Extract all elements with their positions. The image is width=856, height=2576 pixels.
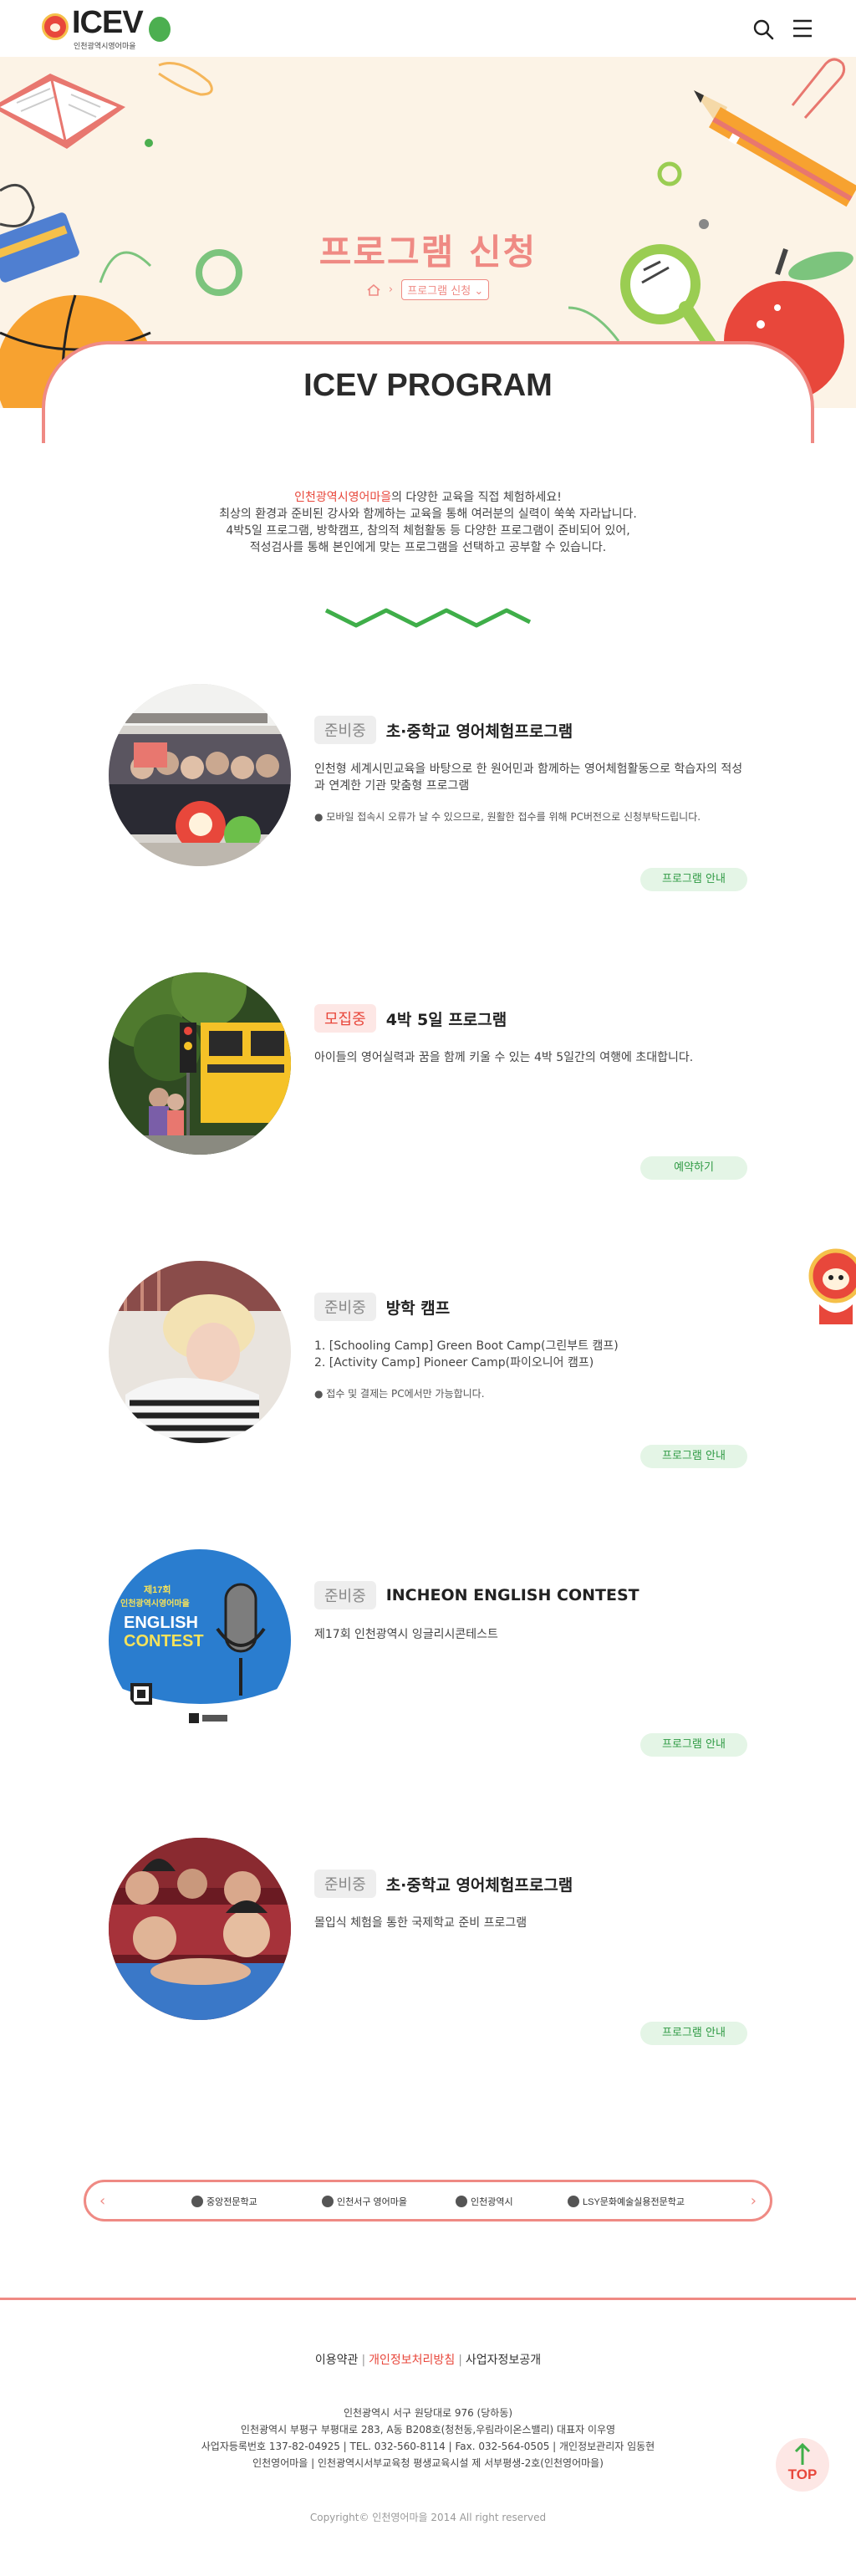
status-badge: 준비중 [314, 1870, 376, 1898]
program-item: 제17회 인천광역시영어마을 ENGLISH CONTEST 준비중 INCHEO… [109, 1549, 747, 1757]
partner-carousel: ‹ 중앙전문학교 인천서구 영어마을 인천광역시 LSY문화예술실용전문학교 › [84, 2180, 772, 2221]
program-item: 준비중 초·중학교 영어체험프로그램 인천형 세계시민교육을 바탕으로 한 원어민… [109, 684, 747, 891]
ring-small-icon [657, 161, 682, 186]
poster-line-1: 제17회 [144, 1584, 171, 1595]
program-item: 준비중 초·중학교 영어체험프로그램 몰입식 체험을 통한 국제학교 준비 프로그… [109, 1838, 747, 2045]
partner-logo[interactable]: 중앙전문학교 [191, 2194, 257, 2209]
program-title: 초·중학교 영어체험프로그램 [385, 722, 573, 741]
program-photo [109, 1261, 291, 1443]
mascot-icon [42, 13, 69, 40]
leaf-icon [149, 17, 171, 42]
program-photo [109, 1838, 291, 2020]
breadcrumb-separator: › [388, 283, 394, 296]
scroll-top-button[interactable]: TOP [776, 2438, 829, 2492]
search-icon[interactable] [752, 18, 774, 40]
program-info-button[interactable]: 프로그램 안내 [640, 1733, 747, 1757]
chevron-down-icon: ⌄ [474, 285, 484, 298]
program-item: 준비중 방학 캠프 1. [Schooling Camp] Green Boot … [109, 1261, 747, 1468]
home-icon[interactable] [367, 283, 380, 296]
program-title: 4박 5일 프로그램 [385, 1010, 507, 1029]
carousel-prev-button[interactable]: ‹ [99, 2192, 105, 2210]
intro-highlight: 인천광역시영어마을 [294, 491, 392, 504]
pencil-icon [694, 90, 856, 207]
poster-line-2: 인천광역시영어마을 [120, 1598, 190, 1609]
program-note: ● 모바일 접속시 오류가 날 수 있으므로, 원활한 접수를 위해 PC버전으… [314, 811, 701, 823]
partner-mark-icon [191, 2196, 203, 2207]
carousel-next-button[interactable]: › [751, 2192, 757, 2210]
partner-logo[interactable]: 인천광역시 [456, 2194, 513, 2209]
terms-link[interactable]: 이용약관 [315, 2354, 359, 2367]
partner-logo[interactable]: 인천서구 영어마을 [322, 2194, 407, 2209]
partner-mark-icon [322, 2196, 334, 2207]
business-info-link[interactable]: 사업자정보공개 [466, 2354, 541, 2367]
program-photo: 제17회 인천광역시영어마을 ENGLISH CONTEST [109, 1549, 291, 1732]
partner-logo[interactable]: LSY문화예술실용전문학교 [568, 2194, 685, 2209]
site-logo[interactable]: ICEV 인천광역시영어마을 [42, 5, 176, 52]
hamburger-menu-icon[interactable] [791, 17, 814, 40]
breadcrumb-dropdown[interactable]: 프로그램 신청 ⌄ [401, 279, 490, 300]
mascot-floating-icon[interactable] [802, 1246, 856, 1329]
zigzag-divider-icon [324, 608, 532, 628]
breadcrumb: › 프로그램 신청 ⌄ [0, 279, 856, 300]
status-badge: 준비중 [314, 716, 376, 744]
partner-mark-icon [568, 2196, 579, 2207]
breadcrumb-current: 프로그램 신청 [407, 285, 471, 298]
logo-subtitle: 인천광역시영어마을 [74, 42, 136, 50]
page-title: 프로그램 신청 [318, 232, 538, 273]
copyright: Copyright© 인천영어마을 2014 All right reserve… [309, 2512, 547, 2523]
book-icon [0, 74, 125, 149]
program-title: INCHEON ENGLISH CONTEST [385, 1586, 639, 1604]
program-description: 아이들의 영어실력과 꿈을 함께 키울 수 있는 4박 5일간의 여행에 초대합… [314, 1051, 694, 1064]
program-description: 인천형 세계시민교육을 바탕으로 한 원어민과 함께하는 영어체험활동으로 학습… [314, 763, 743, 793]
program-note: ● 접수 및 결제는 PC에서만 가능합니다. [314, 1388, 485, 1400]
program-description: 1. [Schooling Camp] Green Boot Camp(그린부트… [314, 1339, 619, 1370]
poster-line-3: ENGLISH [124, 1614, 198, 1632]
program-description: 몰입식 체험을 통한 국제학교 준비 프로그램 [314, 1916, 527, 1930]
program-photo [109, 684, 291, 866]
clip-green-icon [568, 306, 620, 342]
program-title: 방학 캠프 [385, 1298, 451, 1318]
footer-divider [0, 2298, 856, 2300]
poster-line-4: CONTEST [124, 1632, 204, 1650]
intro-text: 인천광역시영어마을의 다양한 교육을 직접 체험하세요! 최상의 환경과 준비된… [219, 491, 637, 554]
program-photo [109, 972, 291, 1155]
program-title: 초·중학교 영어체험프로그램 [385, 1875, 573, 1895]
site-header: ICEV 인천광역시영어마을 [0, 0, 856, 57]
footer-info: 인천광역시 서구 원당대로 976 (당하동) 인천광역시 부평구 부평대로 2… [201, 2407, 655, 2469]
program-info-button[interactable]: 프로그램 안내 [640, 868, 747, 891]
status-badge: 준비중 [314, 1293, 376, 1321]
logo-text: ICEV [72, 5, 144, 40]
section-heading: ICEV PROGRAM [303, 368, 553, 403]
program-info-button[interactable]: 프로그램 안내 [640, 2022, 747, 2045]
status-badge: 모집중 [314, 1004, 376, 1033]
program-description: 제17회 인천광역시 잉글리시콘테스트 [314, 1628, 498, 1641]
status-badge: 준비중 [314, 1581, 376, 1609]
paperclip-icon [158, 62, 213, 96]
partner-mark-icon [456, 2196, 467, 2207]
paperclip-right-icon [791, 58, 846, 119]
program-item: 모집중 4박 5일 프로그램 아이들의 영어실력과 꿈을 함께 키울 수 있는 4… [109, 972, 747, 1180]
dot-icon [145, 139, 153, 147]
footer-links: 이용약관 | 개인정보처리방침 | 사업자정보공개 [314, 2354, 542, 2367]
top-label: TOP [787, 2466, 818, 2482]
reserve-button[interactable]: 예약하기 [640, 1156, 747, 1180]
program-info-button[interactable]: 프로그램 안내 [640, 1445, 747, 1468]
privacy-link[interactable]: 개인정보처리방침 [369, 2354, 455, 2367]
